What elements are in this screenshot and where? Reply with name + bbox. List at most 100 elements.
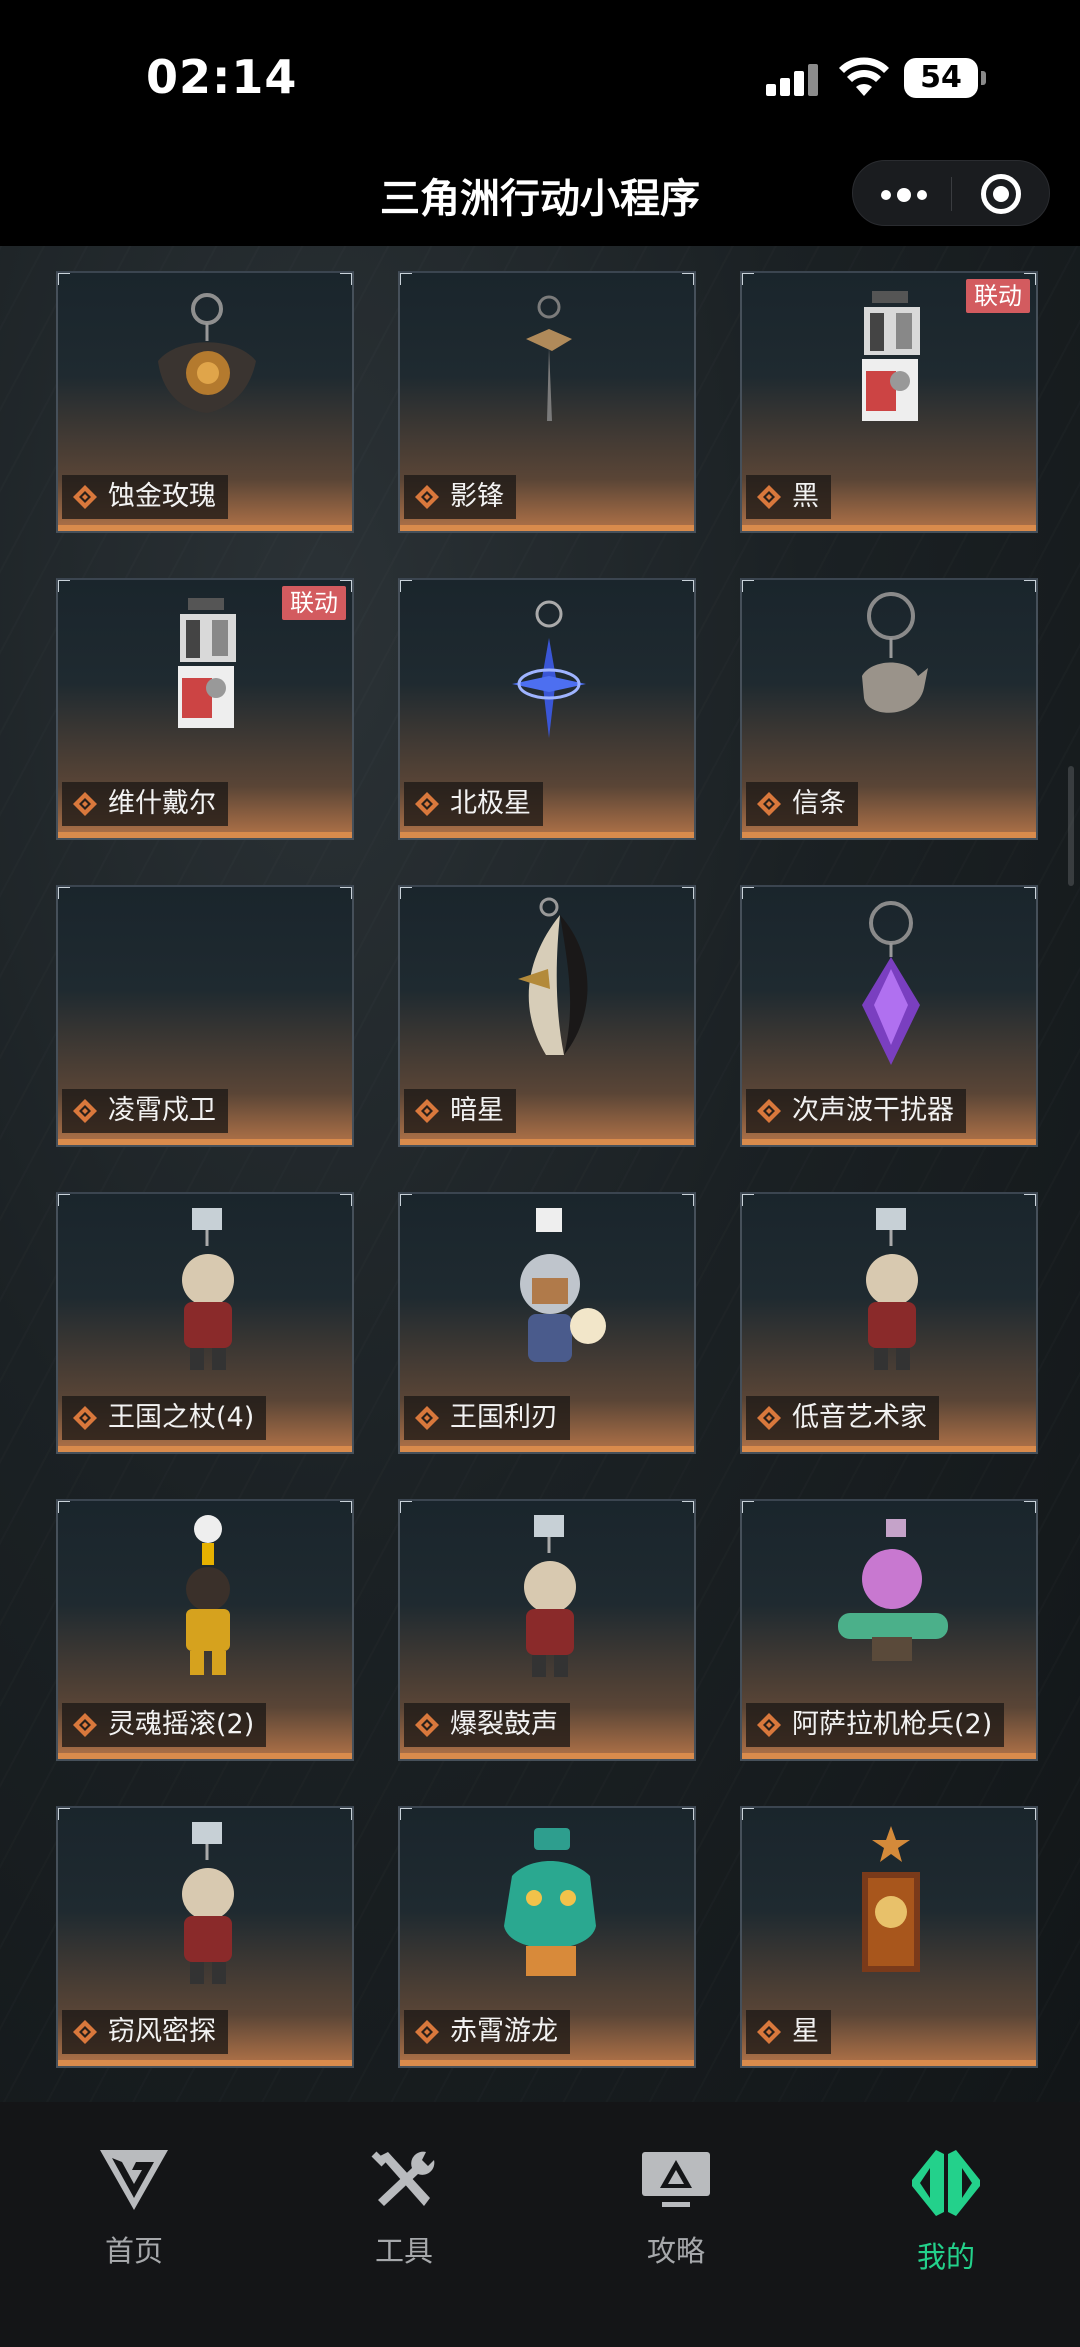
tab-label: 攻略 xyxy=(646,2234,705,2268)
charm-label: 窃风密探 xyxy=(62,2010,228,2054)
charm-name: 灵魂摇滚(2) xyxy=(108,1709,255,1740)
charm-card[interactable]: 联动维什戴尔 xyxy=(56,578,354,840)
scrollbar[interactable] xyxy=(1068,766,1074,886)
rarity-diamond-icon xyxy=(415,1713,439,1737)
tab-guide[interactable]: 攻略 xyxy=(576,2148,776,2288)
rarity-diamond-icon xyxy=(415,485,439,509)
charm-name: 蚀金玫瑰 xyxy=(108,481,216,512)
rarity-diamond-icon xyxy=(73,792,97,816)
charm-label: 赤霄游龙 xyxy=(404,2010,570,2054)
crystal-charm-icon xyxy=(862,901,920,1065)
rarity-diamond-icon xyxy=(73,485,97,509)
charm-card[interactable]: 联动黑 xyxy=(740,271,1038,533)
tab-bar: 首页 工具 攻略 我的 xyxy=(0,2102,1080,2347)
charm-label: 爆裂鼓声 xyxy=(404,1703,570,1747)
charm-card[interactable]: 次声波干扰器 xyxy=(740,885,1038,1147)
charm-name: 爆裂鼓声 xyxy=(450,1709,558,1740)
rarity-diamond-icon xyxy=(73,1713,97,1737)
figure-charm-icon xyxy=(866,1208,918,1370)
charm-name: 赤霄游龙 xyxy=(450,2016,558,2047)
rarity-diamond-icon xyxy=(73,1406,97,1430)
charm-card[interactable]: 影锋 xyxy=(398,271,696,533)
charm-name: 王国之杖(4) xyxy=(108,1402,255,1433)
charm-card[interactable]: 爆裂鼓声 xyxy=(398,1499,696,1761)
collab-badge: 联动 xyxy=(282,586,346,620)
tab-label: 首页 xyxy=(104,2234,163,2268)
charm-name: 窃风密探 xyxy=(108,2016,216,2047)
charm-name: 阿萨拉机枪兵(2) xyxy=(792,1709,993,1740)
charm-name: 王国利刃 xyxy=(450,1402,558,1433)
tab-profile[interactable]: 我的 xyxy=(846,2148,1046,2288)
charm-card[interactable]: 王国之杖(4) xyxy=(56,1192,354,1454)
charm-label: 低音艺术家 xyxy=(746,1396,939,1440)
charm-label: 王国之杖(4) xyxy=(62,1396,267,1440)
charm-name: 次声波干扰器 xyxy=(792,1095,954,1126)
frame-corner xyxy=(340,887,352,899)
rarity-diamond-icon xyxy=(757,485,781,509)
tarot-charm-icon xyxy=(862,1826,920,1972)
profile-logo-icon xyxy=(912,2150,980,2216)
charm-label: 凌霄戍卫 xyxy=(62,1089,228,1133)
charm-name: 维什戴尔 xyxy=(108,788,216,819)
status-bar: 02:14 54 xyxy=(0,0,1080,140)
rarity-diamond-icon xyxy=(757,1713,781,1737)
charm-name: 北极星 xyxy=(450,788,531,819)
charm-card[interactable]: 低音艺术家 xyxy=(740,1192,1038,1454)
charm-label: 阿萨拉机枪兵(2) xyxy=(746,1703,1005,1747)
charm-card[interactable]: 窃风密探 xyxy=(56,1806,354,2068)
status-time: 02:14 xyxy=(146,50,298,104)
charm-name: 星 xyxy=(792,2016,819,2047)
rarity-diamond-icon xyxy=(73,2020,97,2044)
charm-label: 维什戴尔 xyxy=(62,782,228,826)
rose-charm-icon xyxy=(158,293,256,413)
gunner-charm-icon xyxy=(838,1519,948,1661)
charm-card[interactable]: 蚀金玫瑰 xyxy=(56,271,354,533)
rarity-diamond-icon xyxy=(757,2020,781,2044)
charm-label: 次声波干扰器 xyxy=(746,1089,966,1133)
tab-home[interactable]: 首页 xyxy=(34,2148,234,2288)
teapot-charm-icon xyxy=(862,592,928,713)
tab-tools[interactable]: 工具 xyxy=(304,2148,504,2288)
charm-label: 北极星 xyxy=(404,782,543,826)
mask-charm-icon xyxy=(518,897,588,1055)
charm-card[interactable]: 信条 xyxy=(740,578,1038,840)
charm-card[interactable]: 北极星 xyxy=(398,578,696,840)
charm-card[interactable]: 灵魂摇滚(2) xyxy=(56,1499,354,1761)
charm-card[interactable]: 暗星 xyxy=(398,885,696,1147)
figure-charm-icon xyxy=(182,1822,234,1984)
frame-corner xyxy=(58,887,70,899)
rocker-charm-icon xyxy=(186,1515,230,1675)
charm-name: 黑 xyxy=(792,481,819,512)
charm-card[interactable]: 赤霄游龙 xyxy=(398,1806,696,2068)
home-logo-icon xyxy=(100,2150,168,2210)
rarity-diamond-icon xyxy=(73,1099,97,1123)
charm-card[interactable]: 阿萨拉机枪兵(2) xyxy=(740,1499,1038,1761)
rarity-diamond-icon xyxy=(415,2020,439,2044)
rarity-diamond-icon xyxy=(415,792,439,816)
charm-label: 王国利刃 xyxy=(404,1396,570,1440)
miniprogram-capsule xyxy=(852,160,1050,226)
charm-card[interactable]: 凌霄戍卫 xyxy=(56,885,354,1147)
charm-card[interactable]: 王国利刃 xyxy=(398,1192,696,1454)
charm-name: 低音艺术家 xyxy=(792,1402,927,1433)
charm-collection[interactable]: 蚀金玫瑰 影锋 联动黑联动 维什戴尔 北极星 信条 凌霄戍卫 暗星 次声波干扰器 王国之杖(4) 王… xyxy=(0,246,1080,2102)
tools-icon xyxy=(371,2151,435,2206)
charm-label: 蚀金玫瑰 xyxy=(62,475,228,519)
charm-label: 黑 xyxy=(746,475,831,519)
charm-name: 影锋 xyxy=(450,481,504,512)
charm-name: 信条 xyxy=(792,788,846,819)
tab-label: 工具 xyxy=(374,2234,433,2268)
figure-charm-icon xyxy=(182,1208,234,1370)
charm-label: 灵魂摇滚(2) xyxy=(62,1703,267,1747)
knight-charm-icon xyxy=(520,1208,606,1362)
charm-label: 信条 xyxy=(746,782,858,826)
rarity-diamond-icon xyxy=(415,1099,439,1123)
rarity-diamond-icon xyxy=(757,1406,781,1430)
more-options-button[interactable] xyxy=(853,161,951,227)
blade-charm-icon xyxy=(526,295,572,421)
charm-name: 凌霄戍卫 xyxy=(108,1095,216,1126)
charm-label: 影锋 xyxy=(404,475,516,519)
close-miniprogram-button[interactable] xyxy=(952,161,1050,227)
tab-label: 我的 xyxy=(916,2240,975,2274)
charm-card[interactable]: 星 xyxy=(740,1806,1038,2068)
